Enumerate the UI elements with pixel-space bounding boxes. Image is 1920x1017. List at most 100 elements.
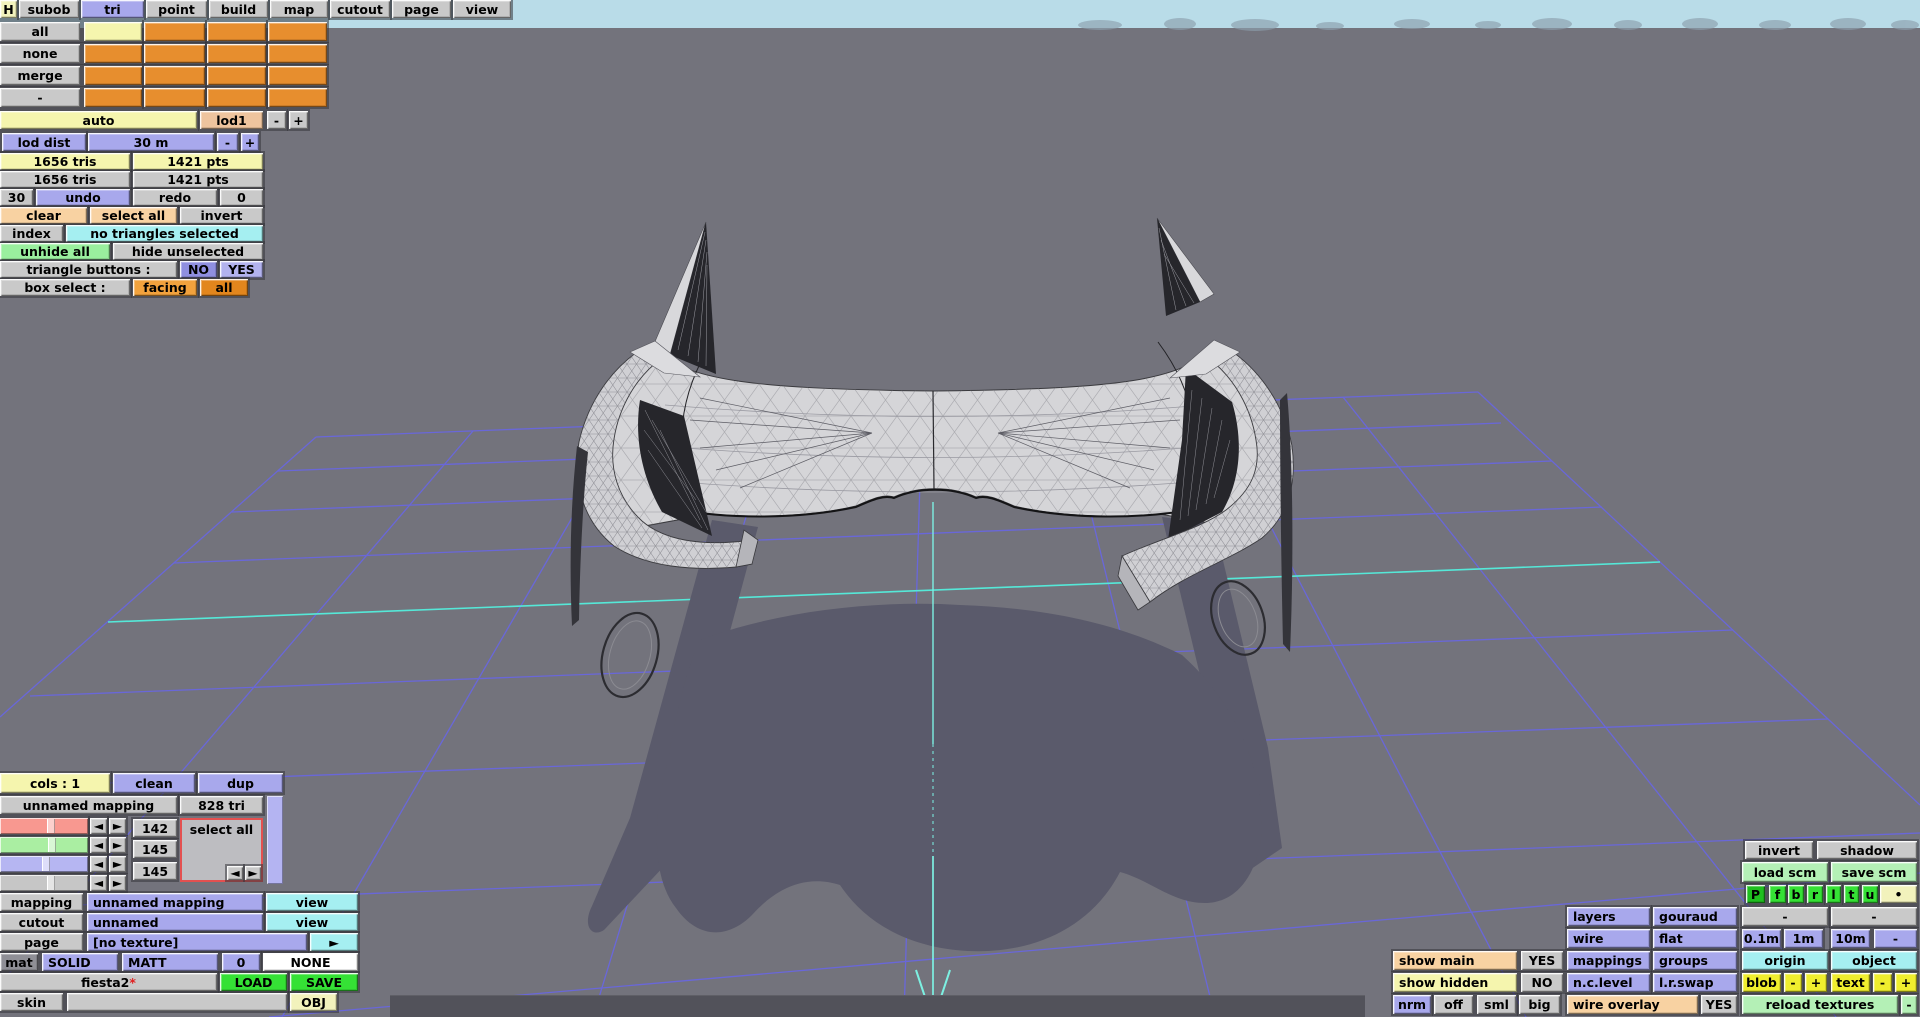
mat-matt-button[interactable]: MATT — [122, 953, 218, 971]
text-plus-button[interactable]: + — [1895, 973, 1917, 992]
subob-grid-cell[interactable] — [144, 44, 205, 63]
invert-selection-button[interactable]: invert — [180, 207, 263, 224]
blue-inc-button[interactable]: ► — [109, 856, 126, 872]
obj-export-button[interactable]: OBJ — [290, 993, 337, 1011]
origin-button[interactable]: origin — [1742, 951, 1828, 970]
cutout-row-value[interactable]: unnamed — [87, 913, 263, 931]
subob-grid-cell[interactable] — [207, 44, 266, 63]
subob-grid-cell[interactable] — [207, 22, 266, 41]
wire-button[interactable]: wire — [1567, 929, 1650, 948]
show-hidden-button[interactable]: show hidden — [1393, 973, 1517, 992]
grid-10m-button[interactable]: 10m — [1831, 929, 1870, 948]
layers-dash-1[interactable]: - — [1742, 907, 1828, 926]
reload-minus-button[interactable]: - — [1901, 995, 1917, 1014]
lod-minus-button[interactable]: - — [267, 111, 286, 129]
subob-grid-cell[interactable] — [84, 66, 142, 85]
file-name[interactable]: fiesta2 * — [0, 973, 217, 991]
menu-tri[interactable]: tri — [81, 0, 144, 18]
subob-all-button[interactable]: all — [0, 22, 80, 41]
invert-view-button[interactable]: invert — [1745, 841, 1813, 859]
grid-01m-button[interactable]: 0.1m — [1742, 929, 1781, 948]
cutout-row-label[interactable]: cutout — [0, 913, 83, 931]
subob-grid-cell[interactable] — [144, 88, 205, 107]
lod-dist-value[interactable]: 30 m — [88, 133, 214, 151]
save-button[interactable]: SAVE — [290, 973, 358, 991]
mapping-row-value[interactable]: unnamed mapping — [87, 893, 263, 911]
green-inc-button[interactable]: ► — [109, 837, 126, 853]
mappings-button[interactable]: mappings — [1567, 951, 1650, 970]
lod-dist-minus-button[interactable]: - — [217, 133, 238, 151]
cutout-view-button[interactable]: view — [266, 913, 358, 931]
proj-b-button[interactable]: b — [1788, 885, 1804, 903]
show-main-button[interactable]: show main — [1393, 951, 1517, 970]
redo-button[interactable]: redo — [133, 189, 217, 206]
shadow-button[interactable]: shadow — [1817, 841, 1917, 859]
colors-scroll-strip[interactable] — [267, 796, 283, 884]
mapping-view-button[interactable]: view — [266, 893, 358, 911]
page-row-label[interactable]: page — [0, 933, 83, 951]
menu-point[interactable]: point — [146, 0, 207, 18]
menu-page[interactable]: page — [392, 0, 451, 18]
skin-button[interactable]: skin — [0, 993, 63, 1011]
gray-channel-slider[interactable] — [0, 875, 88, 891]
lod1-button[interactable]: lod1 — [200, 111, 263, 129]
box-select-facing[interactable]: facing — [133, 279, 197, 296]
mapping-row-label[interactable]: mapping — [0, 893, 83, 911]
menu-map[interactable]: map — [270, 0, 328, 18]
show-hidden-value[interactable]: NO — [1521, 973, 1563, 992]
mat-zero-button[interactable]: 0 — [222, 953, 260, 971]
text-minus-button[interactable]: - — [1873, 973, 1892, 992]
cols-count[interactable]: cols : 1 — [0, 773, 110, 793]
subob-merge-button[interactable]: merge — [0, 66, 80, 85]
gray-dec-button[interactable]: ◄ — [90, 875, 107, 891]
lod-dist-label[interactable]: lod dist — [2, 133, 86, 151]
menu-subob[interactable]: subob — [19, 0, 79, 18]
save-scm-button[interactable]: save scm — [1831, 862, 1917, 882]
subob-grid-cell[interactable] — [268, 22, 327, 41]
clean-button[interactable]: clean — [113, 773, 195, 793]
flat-button[interactable]: flat — [1653, 929, 1737, 948]
grid-dash-button[interactable]: - — [1874, 929, 1917, 948]
gouraud-button[interactable]: gouraud — [1653, 907, 1737, 926]
subob-minus-button[interactable]: - — [0, 88, 80, 107]
mat-none-button[interactable]: NONE — [263, 953, 358, 971]
green-channel-slider[interactable] — [0, 837, 88, 853]
blob-button[interactable]: blob — [1742, 973, 1781, 992]
show-main-value[interactable]: YES — [1521, 951, 1563, 970]
red-channel-slider[interactable] — [0, 818, 88, 834]
menu-cutout[interactable]: cutout — [330, 0, 390, 18]
proj-u-button[interactable]: u — [1862, 885, 1878, 903]
auto-button[interactable]: auto — [0, 111, 197, 129]
mat-button[interactable]: mat — [0, 953, 38, 971]
wire-overlay-button[interactable]: wire overlay — [1567, 995, 1698, 1014]
subob-grid-cell[interactable] — [268, 44, 327, 63]
text-button[interactable]: text — [1831, 973, 1870, 992]
page-row-value[interactable]: [no texture] — [87, 933, 307, 951]
layers-dash-2[interactable]: - — [1831, 907, 1917, 926]
lrswap-button[interactable]: l.r.swap — [1653, 973, 1737, 992]
subob-grid-cell[interactable] — [268, 66, 327, 85]
subob-grid-cell[interactable] — [207, 66, 266, 85]
color-next-button[interactable]: ► — [245, 866, 261, 880]
triangle-buttons-no[interactable]: NO — [180, 261, 217, 278]
menu-h[interactable]: H — [0, 0, 17, 18]
hide-unselected-button[interactable]: hide unselected — [113, 243, 263, 260]
mapping-name[interactable]: unnamed mapping — [0, 796, 177, 814]
nclevel-button[interactable]: n.c.level — [1567, 973, 1650, 992]
mat-solid-button[interactable]: SOLID — [42, 953, 118, 971]
layers-button[interactable]: layers — [1567, 907, 1650, 926]
subob-none-button[interactable]: none — [0, 44, 80, 63]
page-next-button[interactable]: ► — [310, 933, 358, 951]
red-dec-button[interactable]: ◄ — [90, 818, 107, 834]
menu-build[interactable]: build — [209, 0, 268, 18]
undo-button[interactable]: undo — [36, 189, 130, 206]
proj-p-button[interactable]: P — [1746, 885, 1765, 903]
reload-textures-button[interactable]: reload textures — [1742, 995, 1898, 1014]
subob-grid-cell[interactable] — [84, 88, 142, 107]
subob-grid-cell[interactable] — [84, 44, 142, 63]
subob-grid-cell[interactable] — [144, 22, 205, 41]
proj-l-button[interactable]: l — [1826, 885, 1841, 903]
proj-dot-button[interactable]: • — [1880, 885, 1917, 903]
skin-name-field[interactable] — [67, 993, 287, 1011]
blue-dec-button[interactable]: ◄ — [90, 856, 107, 872]
